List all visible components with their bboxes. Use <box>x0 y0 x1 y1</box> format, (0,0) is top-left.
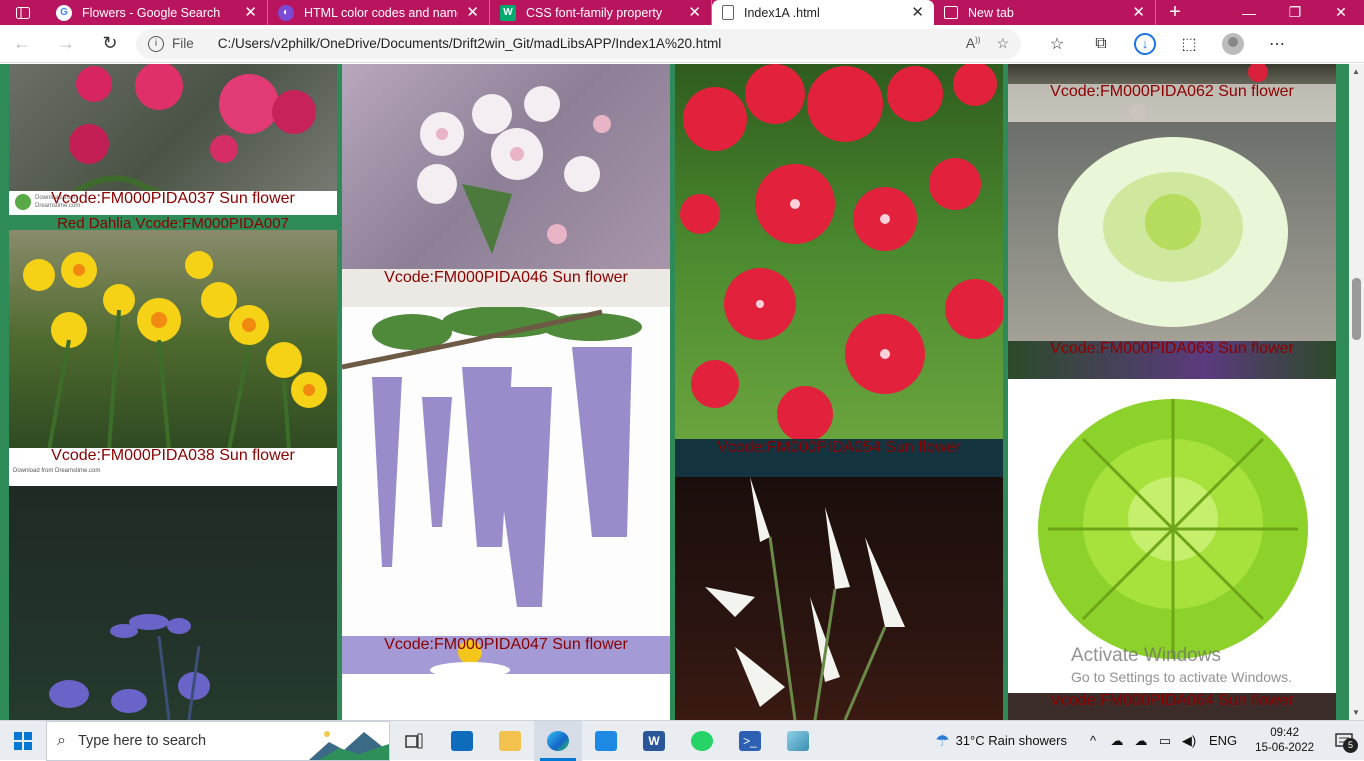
flower-image-daffodils <box>9 230 337 450</box>
tab-new-tab[interactable]: New tab ✕ <box>934 0 1156 25</box>
address-toolbar: ← → ↻ i File C:/Users/v2philk/OneDrive/D… <box>0 25 1364 63</box>
flower-image-green-dahlia <box>1008 122 1336 342</box>
tab-css-font-family[interactable]: W CSS font-family property ✕ <box>490 0 712 25</box>
flower-image-red-daisies <box>675 64 1003 440</box>
edge-browser-icon[interactable] <box>534 720 582 761</box>
flower-image-white-lilies <box>675 477 1003 720</box>
site-info-icon[interactable]: i <box>148 35 164 52</box>
favorites-icon[interactable]: ☆ <box>1035 25 1079 63</box>
activation-subtitle: Go to Settings to activate Windows. <box>1071 669 1292 685</box>
weather-rain-icon: ☂ <box>935 732 950 750</box>
flower-caption: Vcode:FM000PIDA064 Sun flower <box>1050 692 1294 709</box>
address-field[interactable]: i File C:/Users/v2philk/OneDrive/Documen… <box>136 28 1021 59</box>
weather-widget[interactable]: ☂ 31°C Rain showers <box>935 731 1067 751</box>
read-aloud-icon[interactable]: A)) <box>966 35 981 52</box>
flower-caption: Vcode:FM000PIDA047 Sun flower <box>384 636 628 653</box>
tab-google-search[interactable]: G Flowers - Google Search ✕ <box>46 0 268 25</box>
weather-text: 31°C Rain showers <box>955 733 1067 748</box>
store-icon[interactable] <box>582 721 630 761</box>
whatsapp-icon[interactable] <box>678 721 726 761</box>
tab-bar: G Flowers - Google Search ✕ ◐ HTML color… <box>0 0 1364 25</box>
notification-center-icon[interactable]: 5 <box>1324 721 1364 761</box>
next-image-white <box>342 674 670 720</box>
scroll-down-icon[interactable]: ▼ <box>1352 708 1360 717</box>
close-tab-icon[interactable]: ✕ <box>244 5 257 20</box>
tab-title: CSS font-family property <box>526 5 663 20</box>
close-tab-icon[interactable]: ✕ <box>466 5 479 20</box>
extensions-icon[interactable]: ⬚ <box>1167 25 1211 63</box>
activate-windows-watermark: Activate Windows Go to Settings to activ… <box>1071 645 1292 685</box>
show-hidden-icons-icon[interactable]: ^ <box>1081 733 1105 748</box>
tab-title: Index1A .html <box>744 5 820 20</box>
language-indicator[interactable]: ENG <box>1209 733 1237 748</box>
tab-index1a[interactable]: Index1A .html ✕ <box>712 0 934 25</box>
scheme-label: File <box>172 36 194 51</box>
volume-icon[interactable]: ◀) <box>1177 733 1201 749</box>
tab-title: HTML color codes and names <box>304 5 459 20</box>
tab-actions-icon[interactable] <box>0 0 46 25</box>
more-options-icon[interactable]: ⋯ <box>1255 25 1299 63</box>
add-favorite-icon[interactable]: ☆ <box>996 35 1009 52</box>
clock[interactable]: 09:42 15-06-2022 <box>1255 726 1314 756</box>
close-tab-icon[interactable]: ✕ <box>688 5 701 20</box>
notification-badge: 5 <box>1343 737 1358 753</box>
close-tab-icon[interactable]: ✕ <box>1132 5 1145 20</box>
taskbar-search-box[interactable]: ⌕ Type here to search <box>46 720 390 761</box>
clock-date: 15-06-2022 <box>1255 741 1314 754</box>
profile-icon[interactable] <box>1211 25 1255 63</box>
flower-image-wisteria <box>342 307 670 637</box>
page-content: Download from Dreamstime.com Vcode:FM000… <box>0 64 1364 720</box>
flower-caption: Vcode:FM000PIDA046 Sun flower <box>384 269 628 286</box>
word-icon[interactable]: W <box>630 721 678 761</box>
tab-title: Flowers - Google Search <box>82 5 221 20</box>
url-text[interactable]: C:/Users/v2philk/OneDrive/Documents/Drif… <box>218 36 721 51</box>
scroll-up-icon[interactable]: ▲ <box>1352 67 1360 76</box>
activation-title: Activate Windows <box>1071 645 1221 666</box>
document-icon <box>722 5 734 20</box>
flower-caption: Vcode:FM000PIDA062 Sun flower <box>1050 83 1294 100</box>
newtab-icon <box>944 6 958 19</box>
tab-title: New tab <box>968 5 1014 20</box>
watermark-credit: Download from Dreamstime.com <box>13 468 101 474</box>
flower-caption: Vcode:FM000PIDA054 Sun flower <box>717 439 961 456</box>
search-icon: ⌕ <box>57 731 66 749</box>
cloud-icon[interactable]: ☁ <box>1129 733 1153 749</box>
colorcodes-icon: ◐ <box>278 4 294 21</box>
flower-caption: Vcode:FM000PIDA038 Sun flower <box>51 447 295 464</box>
network-icon[interactable]: ▭ <box>1153 733 1177 749</box>
downloads-icon[interactable]: ↓ <box>1123 25 1167 63</box>
task-view-icon[interactable] <box>390 721 438 761</box>
file-explorer-icon[interactable] <box>486 721 534 761</box>
start-button[interactable] <box>0 721 46 761</box>
new-tab-button[interactable]: + <box>1156 0 1194 25</box>
vertical-scrollbar[interactable]: ▲ ▼ <box>1349 64 1364 720</box>
refresh-icon[interactable]: ↻ <box>88 25 132 63</box>
search-placeholder: Type here to search <box>77 732 207 749</box>
notes-app-icon[interactable] <box>774 721 822 761</box>
w3schools-icon: W <box>500 4 516 21</box>
minimize-icon[interactable]: — <box>1226 0 1272 25</box>
close-tab-icon[interactable]: ✕ <box>911 5 924 20</box>
restore-icon[interactable]: ❐ <box>1272 0 1318 25</box>
tab-html-color-codes[interactable]: ◐ HTML color codes and names ✕ <box>268 0 490 25</box>
collections-icon[interactable]: ⧉ <box>1079 25 1123 63</box>
back-icon[interactable]: ← <box>0 25 44 63</box>
flower-image-apple-blossom <box>342 64 670 269</box>
flower-caption: Vcode:FM000PIDA037 Sun flower <box>51 190 295 207</box>
scrollbar-thumb[interactable] <box>1352 278 1361 340</box>
windows-taskbar: ⌕ Type here to search W >_ ☂ 31°C Rain s… <box>0 720 1364 761</box>
flower-caption: Vcode:FM000PIDA063 Sun flower <box>1050 340 1294 357</box>
forward-icon[interactable]: → <box>44 25 88 63</box>
clock-time: 09:42 <box>1270 726 1299 739</box>
close-window-icon[interactable]: ✕ <box>1318 0 1364 25</box>
flower-image-blue-flowers <box>9 486 337 720</box>
mail-icon[interactable] <box>438 721 486 761</box>
google-icon: G <box>56 4 72 21</box>
powershell-icon[interactable]: >_ <box>726 721 774 761</box>
onedrive-icon[interactable]: ☁ <box>1105 733 1129 749</box>
